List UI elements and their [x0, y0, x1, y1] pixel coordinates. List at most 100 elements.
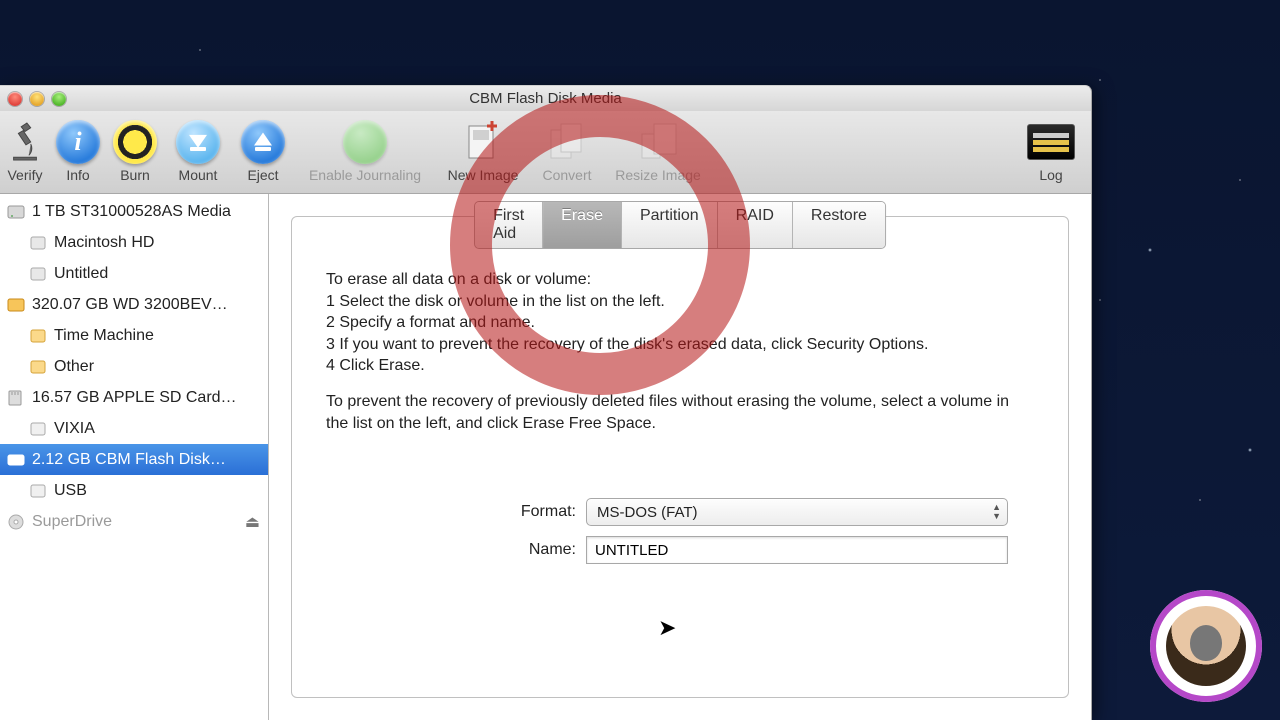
log-button[interactable]: Log: [1021, 117, 1081, 183]
eject-icon: [241, 120, 285, 164]
sidebar-item-label: 16.57 GB APPLE SD Card…: [32, 389, 237, 407]
toolbar: Verify Info Burn Mount Eject Enable Jour…: [0, 111, 1091, 194]
mount-icon: [176, 120, 220, 164]
ext-vol-icon: [28, 327, 48, 345]
sidebar-item-label: Other: [54, 358, 94, 376]
video-watermark: [1150, 590, 1262, 702]
tab-raid[interactable]: RAID: [718, 202, 793, 248]
zoom-icon[interactable]: [52, 92, 66, 106]
sidebar-item[interactable]: Other: [0, 351, 268, 382]
tab-restore[interactable]: Restore: [793, 202, 885, 248]
name-row: Name:: [326, 536, 1034, 564]
info-icon: [56, 120, 100, 164]
info-label: Info: [66, 167, 89, 183]
sidebar-item[interactable]: 16.57 GB APPLE SD Card…: [0, 382, 268, 413]
usb-vol-icon: [28, 420, 48, 438]
sidebar-item-label: 320.07 GB WD 3200BEV…: [32, 296, 228, 314]
journal-icon: [343, 120, 387, 164]
window-title: CBM Flash Disk Media: [469, 90, 622, 107]
ext-vol-icon: [28, 358, 48, 376]
tab-erase[interactable]: Erase: [543, 202, 622, 248]
convert-button[interactable]: Convert: [530, 117, 604, 183]
eject-icon[interactable]: ⏏: [245, 512, 260, 532]
burn-button[interactable]: Burn: [106, 117, 164, 183]
disk-sidebar[interactable]: 1 TB ST31000528AS Media Macintosh HD Untit…: [0, 194, 269, 720]
sidebar-item-label: Macintosh HD: [54, 234, 154, 252]
log-icon: [1027, 124, 1075, 160]
convert-icon: [547, 120, 587, 164]
format-value: MS-DOS (FAT): [597, 504, 698, 521]
info-button[interactable]: Info: [50, 117, 106, 183]
traffic-lights: [8, 92, 66, 106]
sidebar-item[interactable]: 320.07 GB WD 3200BEV…: [0, 289, 268, 320]
sidebar-item[interactable]: SuperDrive ⏏: [0, 506, 268, 537]
sd-icon: [6, 389, 26, 407]
sidebar-item[interactable]: VIXIA: [0, 413, 268, 444]
log-label: Log: [1039, 167, 1062, 183]
mount-label: Mount: [179, 167, 218, 183]
hdd-icon: [6, 203, 26, 221]
cursor-icon: ➤: [658, 615, 676, 641]
sidebar-item-label: 1 TB ST31000528AS Media: [32, 203, 231, 221]
microscope-icon: [6, 120, 44, 164]
sidebar-item-label: 2.12 GB CBM Flash Disk…: [32, 451, 226, 469]
format-label: Format:: [326, 503, 586, 521]
sidebar-item[interactable]: USB: [0, 475, 268, 506]
eject-button[interactable]: Eject: [232, 117, 294, 183]
sidebar-item[interactable]: Time Machine: [0, 320, 268, 351]
tab-partition[interactable]: Partition: [622, 202, 718, 248]
verify-label: Verify: [7, 167, 42, 183]
erase-instructions: To erase all data on a disk or volume: 1…: [326, 269, 1034, 434]
apple-icon: [1190, 625, 1222, 661]
vol-icon: [28, 234, 48, 252]
sidebar-item-label: SuperDrive: [32, 513, 112, 531]
verify-button[interactable]: Verify: [0, 117, 50, 183]
format-select[interactable]: MS-DOS (FAT) ▲▼: [586, 498, 1008, 526]
avatar-icon: [1166, 606, 1246, 686]
resize-image-button[interactable]: Resize Image: [604, 117, 712, 183]
optical-icon: [6, 513, 26, 531]
tab-frame: First Aid Erase Partition RAID Restore T…: [291, 216, 1069, 698]
new-image-icon: [463, 120, 503, 164]
ext-icon: [6, 296, 26, 314]
convert-label: Convert: [542, 167, 591, 183]
mount-button[interactable]: Mount: [164, 117, 232, 183]
sidebar-item[interactable]: 2.12 GB CBM Flash Disk…: [0, 444, 268, 475]
format-row: Format: MS-DOS (FAT) ▲▼: [326, 498, 1034, 526]
burn-icon: [113, 120, 157, 164]
tabs: First Aid Erase Partition RAID Restore: [474, 201, 886, 249]
eject-label: Eject: [247, 167, 278, 183]
resize-label: Resize Image: [615, 167, 701, 183]
sidebar-item[interactable]: Untitled: [0, 258, 268, 289]
instr-step3: 3 If you want to prevent the recovery of…: [326, 334, 1034, 356]
content-area: 1 TB ST31000528AS Media Macintosh HD Untit…: [0, 194, 1091, 720]
instr-step2: 2 Specify a format and name.: [326, 312, 1034, 334]
burn-label: Burn: [120, 167, 150, 183]
journal-label: Enable Journaling: [309, 167, 421, 183]
newimage-label: New Image: [448, 167, 519, 183]
tab-first-aid[interactable]: First Aid: [475, 202, 543, 248]
instr-step1: 1 Select the disk or volume in the list …: [326, 291, 1034, 313]
sidebar-item-label: Time Machine: [54, 327, 154, 345]
titlebar[interactable]: CBM Flash Disk Media: [0, 86, 1091, 111]
disk-utility-window: CBM Flash Disk Media Verify Info Burn Mo…: [0, 85, 1092, 720]
instr-step4: 4 Click Erase.: [326, 355, 1034, 377]
instr-para2: To prevent the recovery of previously de…: [326, 391, 1034, 434]
sidebar-item-label: Untitled: [54, 265, 108, 283]
usb-icon: [6, 451, 26, 469]
resize-icon: [638, 120, 678, 164]
minimize-icon[interactable]: [30, 92, 44, 106]
new-image-button[interactable]: New Image: [436, 117, 530, 183]
chevron-updown-icon: ▲▼: [992, 503, 1001, 521]
sidebar-item-label: USB: [54, 482, 87, 500]
name-label: Name:: [326, 541, 586, 559]
usb-vol-icon: [28, 482, 48, 500]
sidebar-item[interactable]: 1 TB ST31000528AS Media: [0, 196, 268, 227]
close-icon[interactable]: [8, 92, 22, 106]
name-input[interactable]: [586, 536, 1008, 564]
main-panel: First Aid Erase Partition RAID Restore T…: [269, 194, 1091, 720]
instr-heading: To erase all data on a disk or volume:: [326, 269, 1034, 291]
enable-journaling-button[interactable]: Enable Journaling: [294, 117, 436, 183]
sidebar-item[interactable]: Macintosh HD: [0, 227, 268, 258]
vol-icon: [28, 265, 48, 283]
